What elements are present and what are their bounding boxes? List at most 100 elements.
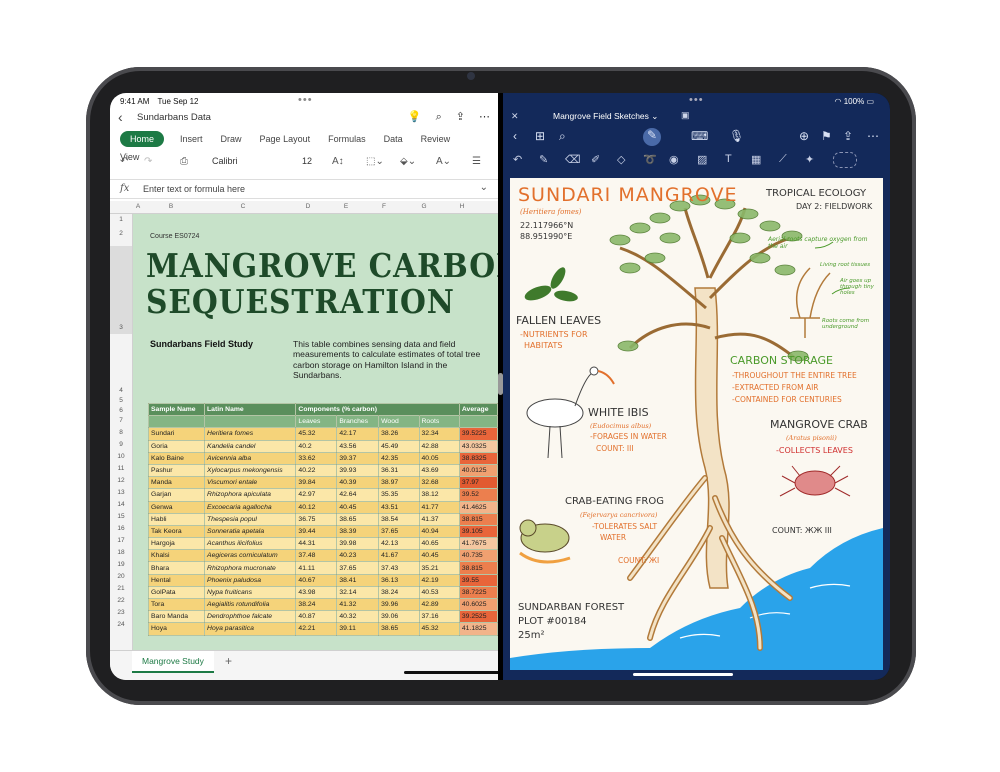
laser-pointer-icon[interactable]: ✦	[805, 153, 814, 166]
microphone-icon[interactable]: 🎙	[729, 129, 744, 143]
bookmark-icon[interactable]: ⚑	[821, 129, 832, 143]
text-box-icon[interactable]: T	[725, 153, 732, 165]
search-icon[interactable]: ⌕	[436, 111, 442, 123]
average-cell[interactable]: 39.5225	[458, 427, 498, 441]
table-cell[interactable]: 41.32	[336, 597, 380, 612]
table-cell[interactable]: 38.65	[336, 512, 380, 526]
table-cell[interactable]: Kandelia candel	[204, 439, 297, 453]
row-header[interactable]: 6	[110, 407, 132, 414]
pen-mode-icon[interactable]: ✎	[643, 128, 661, 146]
table-cell[interactable]: 44.31	[295, 537, 338, 551]
highlighter-icon[interactable]: ✐	[591, 153, 600, 166]
search-icon[interactable]: ⌕	[559, 129, 566, 144]
table-cell[interactable]: Manda	[147, 476, 206, 490]
table-cell[interactable]: 37.16	[418, 610, 460, 624]
table-cell[interactable]: Excoecaria agallocha	[204, 500, 297, 514]
table-cell[interactable]: Sonneratia apetala	[204, 524, 297, 539]
average-cell[interactable]: 39.105	[458, 524, 498, 539]
average-cell[interactable]: 41.4625	[458, 500, 498, 514]
more-icon[interactable]: ⋯	[479, 111, 490, 123]
row-header[interactable]: 10	[110, 453, 132, 460]
tab-home[interactable]: Home	[120, 130, 165, 147]
table-cell[interactable]: Aegiceras corniculatum	[204, 549, 297, 563]
formula-input[interactable]: Enter text or formula here	[143, 184, 245, 194]
table-cell[interactable]: 37.65	[336, 561, 380, 575]
table-header-cell[interactable]: Average	[458, 402, 498, 417]
table-cell[interactable]: Goria	[147, 439, 206, 453]
table-subheader-cell[interactable]: Branches	[336, 415, 380, 429]
table-cell[interactable]: 32.68	[418, 476, 460, 490]
font-size[interactable]: 12	[302, 156, 312, 166]
table-cell[interactable]: 36.31	[378, 463, 420, 478]
table-cell[interactable]: Genwa	[147, 500, 206, 514]
table-cell[interactable]: 32.14	[336, 585, 380, 600]
average-cell[interactable]: 40.735	[458, 549, 498, 563]
close-icon[interactable]: ✕	[511, 111, 519, 122]
average-cell[interactable]: 38.8325	[458, 451, 498, 465]
table-cell[interactable]: 40.23	[336, 549, 380, 563]
home-indicator[interactable]	[633, 673, 733, 676]
table-cell[interactable]: 45.32	[295, 427, 338, 441]
table-cell[interactable]: 38.41	[336, 573, 380, 587]
average-cell[interactable]: 39.52	[458, 488, 498, 502]
row-header[interactable]: 3	[110, 324, 132, 331]
notebook-page[interactable]: SUNDARI MANGROVE (Heritiera fomes) 22.11…	[510, 178, 883, 670]
font-picker[interactable]: Calibri 12	[208, 153, 318, 169]
table-cell[interactable]: 43.56	[336, 439, 380, 453]
table-subheader-cell[interactable]	[147, 415, 206, 429]
table-cell[interactable]: 40.22	[295, 463, 338, 478]
row-header[interactable]: 12	[110, 477, 132, 484]
undo-icon[interactable]: ↶	[513, 153, 522, 166]
average-cell[interactable]: 38.815	[458, 512, 498, 526]
grid-icon[interactable]: ⊞	[535, 129, 545, 143]
table-cell[interactable]: 45.32	[418, 622, 460, 636]
sheet-title[interactable]: MANGROVE CARBON SEQUESTRATION	[146, 248, 498, 320]
align-icon[interactable]: ☰	[472, 156, 481, 167]
table-cell[interactable]: 40.05	[418, 451, 460, 465]
redo-icon[interactable]: ↷	[144, 156, 152, 167]
sheet-description[interactable]: This table combines sensing data and fie…	[293, 339, 488, 381]
multitasking-dots-icon[interactable]: •••	[298, 94, 313, 106]
row-header[interactable]: 2	[110, 230, 132, 237]
table-cell[interactable]: 43.51	[378, 500, 420, 514]
chevron-down-icon[interactable]: ⌄	[480, 182, 488, 193]
row-header[interactable]: 4	[110, 387, 132, 394]
table-cell[interactable]: Pashur	[147, 463, 206, 478]
row-header[interactable]: 16	[110, 525, 132, 532]
lasso-icon[interactable]: ➰	[643, 153, 657, 166]
row-header[interactable]: 9	[110, 441, 132, 448]
table-subheader-cell[interactable]	[458, 415, 498, 429]
table-cell[interactable]: Dendrophthoe falcate	[204, 610, 297, 624]
average-cell[interactable]: 39.55	[458, 573, 498, 587]
row-header[interactable]: 22	[110, 597, 132, 604]
table-cell[interactable]: Nypa fruiticans	[204, 585, 297, 600]
table-cell[interactable]: 40.53	[418, 585, 460, 600]
row-header[interactable]: 5	[110, 397, 132, 404]
table-cell[interactable]: Kalo Baine	[147, 451, 206, 465]
average-cell[interactable]: 38.815	[458, 561, 498, 575]
table-cell[interactable]: Tora	[147, 597, 206, 612]
table-cell[interactable]: 38.97	[378, 476, 420, 490]
table-cell[interactable]: 39.84	[295, 476, 338, 490]
table-cell[interactable]: 42.97	[295, 488, 338, 502]
table-cell[interactable]: Rhizophora mucronate	[204, 561, 297, 575]
row-header[interactable]: 21	[110, 585, 132, 592]
table-cell[interactable]: GolPata	[147, 585, 206, 600]
tab-formulas[interactable]: Formulas	[328, 134, 366, 144]
home-indicator[interactable]	[404, 671, 498, 674]
table-header-cell[interactable]: Sample Name	[147, 402, 206, 417]
table-cell[interactable]: Khalsi	[147, 549, 206, 563]
table-cell[interactable]: 42.17	[336, 427, 380, 441]
table-cell[interactable]: 43.69	[418, 463, 460, 478]
table-cell[interactable]: 42.35	[378, 451, 420, 465]
table-cell[interactable]: 40.65	[418, 537, 460, 551]
pen-tool-icon[interactable]: ✎	[539, 153, 548, 166]
table-cell[interactable]: 41.11	[295, 561, 338, 575]
row-header[interactable]: 1	[110, 216, 132, 223]
image-icon[interactable]: ▨	[697, 153, 707, 166]
multitasking-dots-icon[interactable]: •••	[689, 94, 704, 106]
table-cell[interactable]: 35.21	[418, 561, 460, 575]
table-cell[interactable]: 42.21	[295, 622, 338, 636]
table-cell[interactable]: Xylocarpus mekongensis	[204, 463, 297, 478]
column-header[interactable]: A	[132, 203, 144, 210]
